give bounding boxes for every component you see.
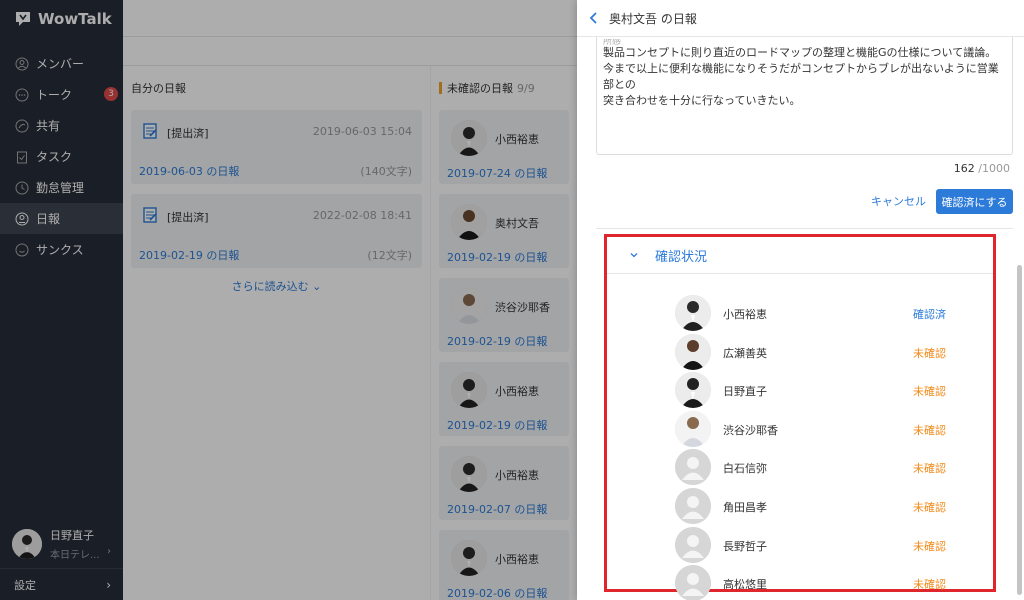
member-name: 広瀬善英 (723, 346, 767, 360)
member-name: 日野直子 (723, 385, 767, 399)
avatar (675, 372, 711, 409)
mark-confirmed-button[interactable]: 確認済にする (936, 189, 1013, 214)
panel-header: 奥村文吾 の日報 (577, 0, 1024, 37)
member-name: 白石信弥 (723, 462, 767, 476)
status-badge: 未確認 (913, 423, 946, 437)
list-item: 小西裕恵 確認済 (607, 295, 993, 334)
section-header[interactable]: 確認状況 (607, 237, 993, 274)
modal-backdrop[interactable] (0, 0, 577, 600)
status-badge: 確認済 (913, 308, 946, 321)
confirmation-status-section: 確認状況 小西裕恵 確認済 広瀬善英 未確認 日野直子 未確認 渋谷沙耶香 未確… (604, 234, 996, 600)
scrollbar[interactable] (1017, 265, 1022, 595)
status-badge: 未確認 (913, 462, 946, 476)
panel-title: 奥村文吾 の日報 (609, 11, 697, 26)
status-badge: 未確認 (913, 539, 946, 553)
report-detail-panel: 奥村文吾 の日報 所感 製品コンセプトに則り直近のロードマップの整理と機能Gの仕… (577, 0, 1024, 600)
member-list: 小西裕恵 確認済 広瀬善英 未確認 日野直子 未確認 渋谷沙耶香 未確認 白石信… (607, 295, 993, 600)
avatar (675, 410, 711, 447)
chevron-left-icon[interactable] (587, 11, 601, 25)
status-badge: 未確認 (913, 578, 946, 592)
cancel-button[interactable]: キャンセル (871, 193, 926, 209)
list-item: 渋谷沙耶香 未確認 (607, 410, 993, 450)
avatar (675, 333, 711, 370)
comment-line: 今まで以上に便利な機能になりそうだがコンセプトからブレが出ないように営業部との (603, 62, 999, 91)
section-title: 確認状況 (655, 249, 708, 265)
comment-textarea[interactable]: 所感 製品コンセプトに則り直近のロードマップの整理と機能Gの仕様について議論。 … (596, 37, 1013, 155)
member-name: 長野哲子 (723, 539, 767, 553)
member-name: 小西裕恵 (723, 308, 767, 321)
default-avatar (675, 526, 711, 563)
list-item: 角田昌孝 未確認 (607, 487, 993, 527)
member-name: 高松悠里 (723, 578, 767, 592)
list-item: 日野直子 未確認 (607, 372, 993, 411)
comment-line: 製品コンセプトに則り直近のロードマップの整理と機能Gの仕様について議論。 (603, 46, 997, 59)
list-item: 高松悠里 未確認 (607, 565, 993, 600)
mark-confirmed-label: 確認済にする (941, 195, 1008, 209)
comment-line: 突き合わせを十分に行なっていきたい。 (603, 94, 801, 107)
member-name: 渋谷沙耶香 (723, 423, 778, 437)
list-item: 広瀬善英 未確認 (607, 333, 993, 373)
status-badge: 未確認 (913, 346, 946, 360)
char-count-current: 162 (953, 162, 975, 175)
default-avatar (675, 487, 711, 524)
default-avatar (675, 449, 711, 486)
chevron-down-icon (630, 253, 638, 258)
default-avatar (675, 565, 711, 600)
list-item: 白石信弥 未確認 (607, 449, 993, 488)
status-badge: 未確認 (913, 500, 946, 514)
avatar (675, 295, 711, 331)
list-item: 長野哲子 未確認 (607, 526, 993, 566)
member-name: 角田昌孝 (723, 500, 767, 514)
divider (596, 228, 1013, 229)
char-counter: 162 /1000 (954, 162, 1010, 175)
status-badge: 未確認 (913, 385, 946, 399)
char-count-max: /1000 (978, 162, 1010, 175)
